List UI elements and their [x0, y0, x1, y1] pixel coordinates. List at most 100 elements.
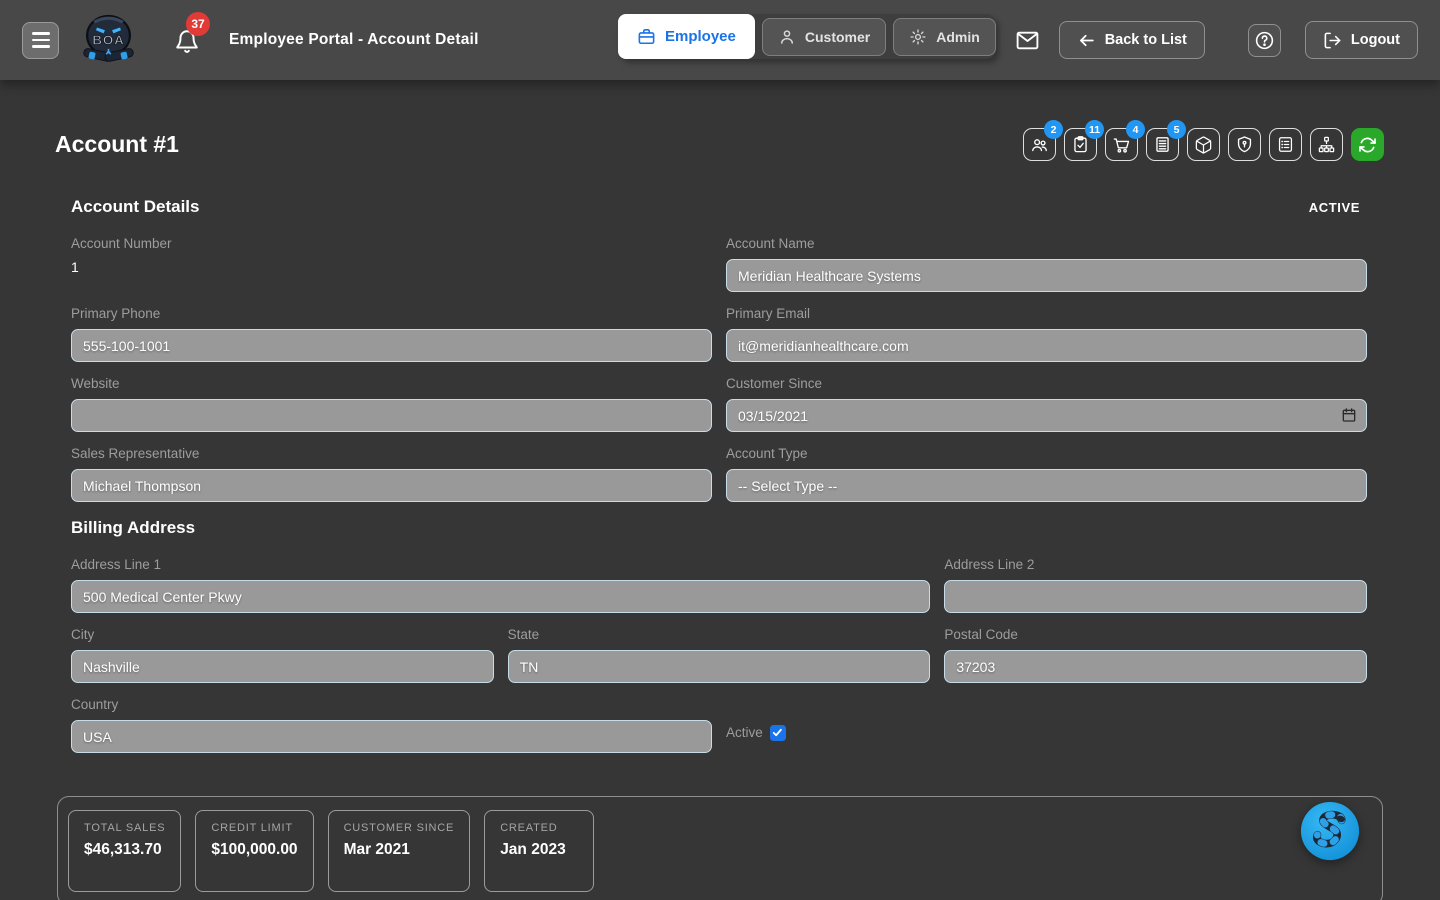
refresh-button[interactable] [1351, 128, 1384, 161]
field-label: Country [71, 697, 712, 712]
gear-icon [909, 28, 927, 46]
packages-button[interactable] [1187, 128, 1220, 161]
logout-button[interactable]: Logout [1305, 21, 1418, 59]
address-line-1-input[interactable] [71, 580, 930, 613]
field-label: Address Line 2 [944, 557, 1367, 572]
tab-label: Admin [936, 29, 980, 45]
stat-value: $100,000.00 [211, 841, 297, 859]
city-field: City [71, 627, 494, 683]
sales-representative-input[interactable] [71, 469, 712, 502]
tab-label: Employee [665, 28, 736, 45]
shield-icon [1235, 135, 1254, 154]
snake-assistant-button[interactable] [1299, 800, 1361, 862]
account-name-input[interactable] [726, 259, 1367, 292]
website-field: Website [71, 376, 712, 432]
stat-label: CREDIT LIMIT [211, 822, 297, 834]
stat-created: CREATED Jan 2023 [484, 810, 594, 892]
field-label: Primary Phone [71, 306, 712, 321]
country-active-row: Country Active [0, 697, 1440, 767]
stat-label: CREATED [500, 822, 578, 834]
state-input[interactable] [508, 650, 931, 683]
back-to-list-button[interactable]: Back to List [1059, 21, 1205, 59]
field-label: Account Number [71, 236, 712, 251]
city-input[interactable] [71, 650, 494, 683]
logo-text: BOA [92, 32, 124, 47]
account-details-form: Account Number 1 Account Name Primary Ph… [0, 236, 1440, 516]
security-button[interactable] [1228, 128, 1261, 161]
tab-employee[interactable]: Employee [618, 14, 755, 59]
tab-customer[interactable]: Customer [762, 18, 886, 56]
account-number-field: Account Number 1 [71, 236, 712, 292]
field-label: Customer Since [726, 376, 1367, 391]
field-label: Account Name [726, 236, 1367, 251]
tasks-button[interactable]: 11 [1064, 128, 1097, 161]
navbar-right-actions: Back to List Logout [1015, 21, 1418, 59]
address-line-1-field: Address Line 1 [71, 557, 930, 613]
website-input[interactable] [71, 399, 712, 432]
field-label: Account Type [726, 446, 1367, 461]
sales-representative-field: Sales Representative [71, 446, 712, 502]
state-field: State [508, 627, 931, 683]
contacts-button[interactable]: 2 [1023, 128, 1056, 161]
field-label: Website [71, 376, 712, 391]
status-badge: ACTIVE [1309, 200, 1360, 215]
field-label: State [508, 627, 931, 642]
hamburger-menu-button[interactable] [22, 22, 59, 59]
tasks-count-badge: 11 [1085, 120, 1104, 139]
active-checkbox[interactable] [770, 725, 786, 741]
snake-logo-icon [1299, 800, 1361, 862]
package-icon [1194, 135, 1213, 155]
stat-label: CUSTOMER SINCE [344, 822, 455, 834]
top-navbar: BOA 37 Employee Portal - Account Detail … [0, 0, 1440, 80]
customer-since-date-input[interactable] [726, 399, 1367, 432]
postal-code-input[interactable] [944, 650, 1367, 683]
cart-icon [1112, 135, 1131, 155]
boa-cobra-logo: BOA [80, 10, 137, 70]
stat-value: Mar 2021 [344, 841, 455, 859]
mail-button[interactable] [1015, 28, 1040, 53]
portal-tab-group: Employee Customer Admin [618, 14, 996, 59]
stat-customer-since: CUSTOMER SINCE Mar 2021 [328, 810, 471, 892]
stat-value: $46,313.70 [84, 841, 165, 859]
page-window-title: Employee Portal - Account Detail [229, 31, 479, 49]
help-button[interactable] [1248, 24, 1281, 57]
document-list-icon [1153, 135, 1172, 154]
envelope-icon [1015, 28, 1040, 53]
page-header: Account #1 2 11 4 [0, 80, 1440, 161]
sitemap-icon [1317, 135, 1336, 154]
postal-code-field: Postal Code [944, 627, 1367, 683]
tab-label: Customer [805, 29, 870, 45]
orders-button[interactable]: 4 [1105, 128, 1138, 161]
section-title-account-details: Account Details [71, 197, 199, 217]
active-field: Active [726, 698, 1367, 767]
account-details-header: Account Details ACTIVE [0, 197, 1440, 217]
briefcase-icon [637, 27, 656, 46]
page-title: Account #1 [55, 131, 179, 158]
hierarchy-button[interactable] [1310, 128, 1343, 161]
active-label: Active [726, 725, 763, 740]
billing-address-form: Address Line 1 Address Line 2 City State… [0, 557, 1440, 697]
country-input[interactable] [71, 720, 712, 753]
primary-email-input[interactable] [726, 329, 1367, 362]
stat-label: TOTAL SALES [84, 822, 165, 834]
primary-email-field: Primary Email [726, 306, 1367, 362]
account-type-select[interactable]: -- Select Type -- [726, 469, 1367, 502]
tab-admin[interactable]: Admin [893, 18, 996, 56]
address-line-2-input[interactable] [944, 580, 1367, 613]
journal-icon [1276, 135, 1295, 154]
arrow-left-icon [1077, 31, 1096, 50]
customer-since-field: Customer Since [726, 376, 1367, 432]
invoices-count-badge: 5 [1167, 120, 1186, 139]
field-label: Address Line 1 [71, 557, 930, 572]
logout-icon [1323, 31, 1342, 50]
primary-phone-field: Primary Phone [71, 306, 712, 362]
field-label: Primary Email [726, 306, 1367, 321]
invoices-button[interactable]: 5 [1146, 128, 1179, 161]
primary-phone-input[interactable] [71, 329, 712, 362]
notifications-bell[interactable]: 37 [174, 28, 200, 59]
account-number-value: 1 [71, 259, 712, 275]
field-label: City [71, 627, 494, 642]
notes-button[interactable] [1269, 128, 1302, 161]
back-button-label: Back to List [1105, 32, 1187, 48]
contacts-count-badge: 2 [1044, 120, 1063, 139]
